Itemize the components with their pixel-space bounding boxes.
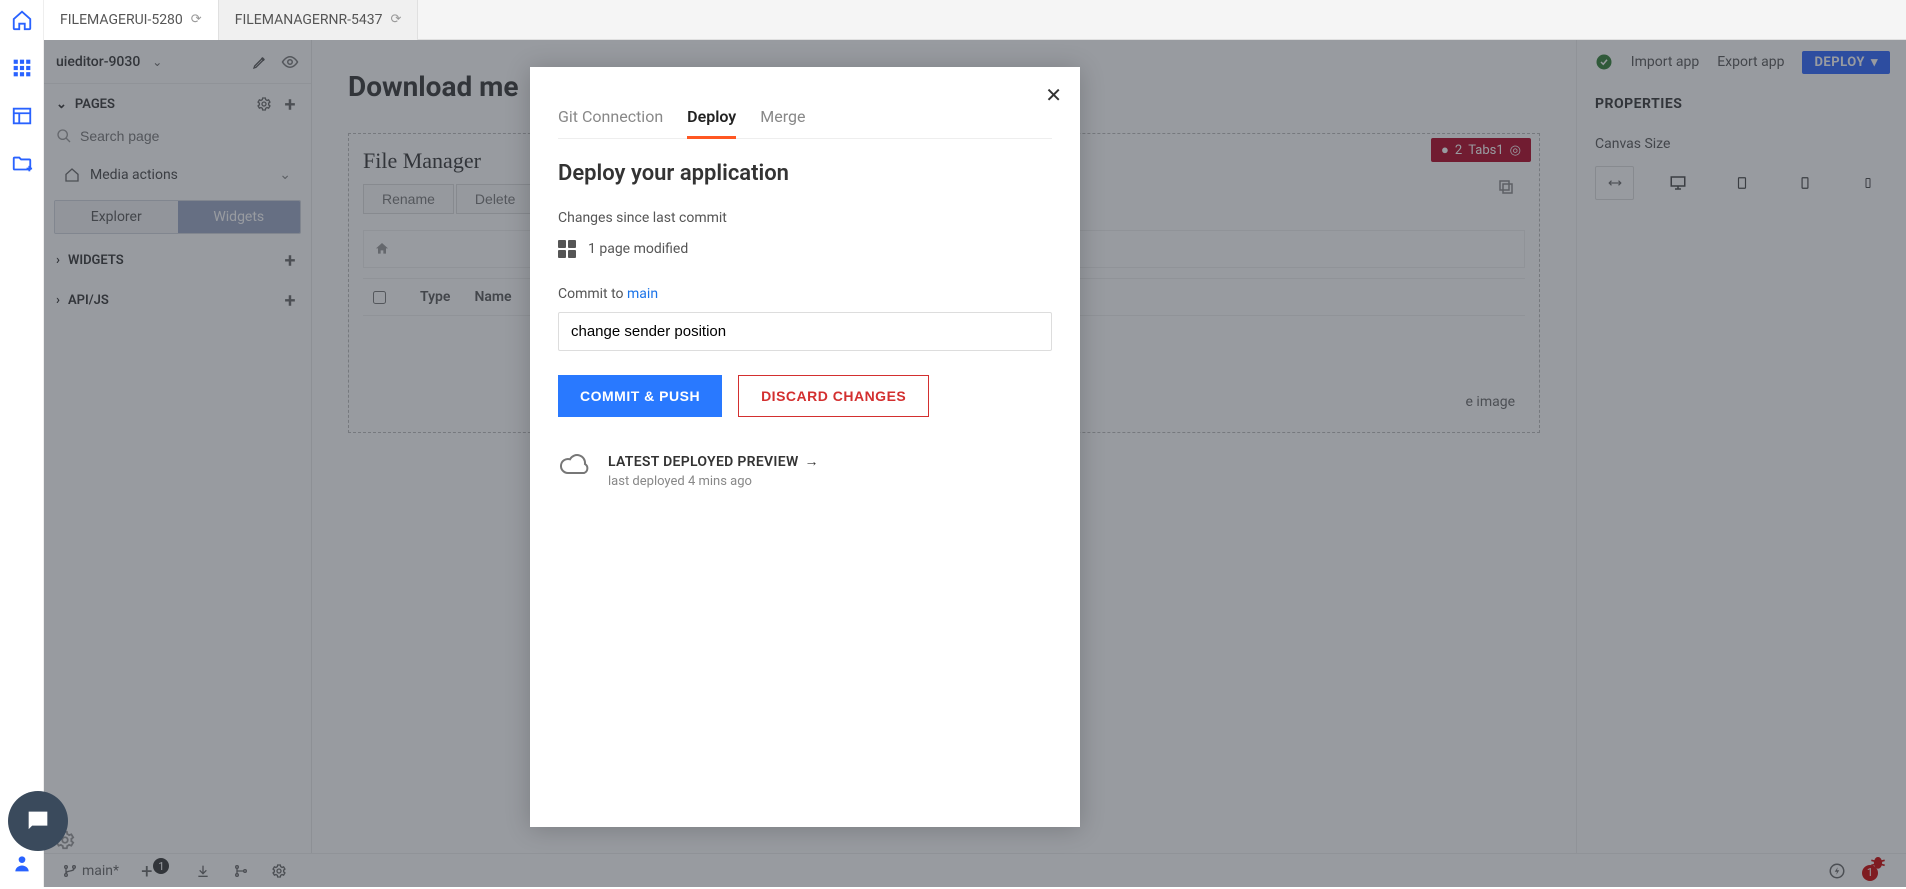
arrow-right-icon: → <box>805 453 819 470</box>
chat-bubble-icon[interactable] <box>8 791 68 851</box>
changes-since-label: Changes since last commit <box>558 210 1052 226</box>
modal-tabs: Git Connection Deploy Merge <box>558 97 1052 139</box>
refresh-icon[interactable]: ⟳ <box>390 12 401 27</box>
latest-deployed-preview-link[interactable]: LATEST DEPLOYED PREVIEW → <box>608 453 819 470</box>
modal-buttons: COMMIT & PUSH DISCARD CHANGES <box>558 375 1052 417</box>
pages-modified-text: 1 page modified <box>588 241 688 257</box>
commit-to-label: Commit to main <box>558 286 1052 302</box>
apps-grid-icon[interactable] <box>10 56 34 80</box>
home-icon[interactable] <box>10 8 34 32</box>
refresh-icon[interactable]: ⟳ <box>191 12 202 27</box>
deploy-info: LATEST DEPLOYED PREVIEW → last deployed … <box>558 453 1052 489</box>
top-tabs: FILEMAGERUI-5280 ⟳ FILEMANAGERNR-5437 ⟳ <box>0 0 1906 40</box>
tab-label: FILEMAGERUI-5280 <box>60 12 183 28</box>
deploy-time: last deployed 4 mins ago <box>608 474 819 489</box>
layout-icon[interactable] <box>10 104 34 128</box>
folder-add-icon[interactable] <box>10 152 34 176</box>
pages-modified-row: 1 page modified <box>558 240 1052 258</box>
pages-icon <box>558 240 576 258</box>
deploy-modal: ✕ Git Connection Deploy Merge Deploy you… <box>530 67 1080 827</box>
tab-label: FILEMANAGERNR-5437 <box>235 12 383 28</box>
tab-merge[interactable]: Merge <box>760 97 805 138</box>
commit-message-input[interactable] <box>558 312 1052 351</box>
cloud-icon <box>558 453 592 479</box>
left-rail <box>0 0 44 887</box>
document-tab-1[interactable]: FILEMANAGERNR-5437 ⟳ <box>219 0 419 40</box>
close-icon[interactable]: ✕ <box>1045 83 1062 107</box>
branch-link[interactable]: main <box>627 286 658 302</box>
modal-title: Deploy your application <box>558 161 1052 186</box>
user-icon[interactable] <box>10 851 34 875</box>
tab-deploy[interactable]: Deploy <box>687 97 736 139</box>
tab-git-connection[interactable]: Git Connection <box>558 97 663 138</box>
document-tab-0[interactable]: FILEMAGERUI-5280 ⟳ <box>44 0 219 40</box>
discard-changes-button[interactable]: DISCARD CHANGES <box>738 375 929 417</box>
commit-push-button[interactable]: COMMIT & PUSH <box>558 375 722 417</box>
